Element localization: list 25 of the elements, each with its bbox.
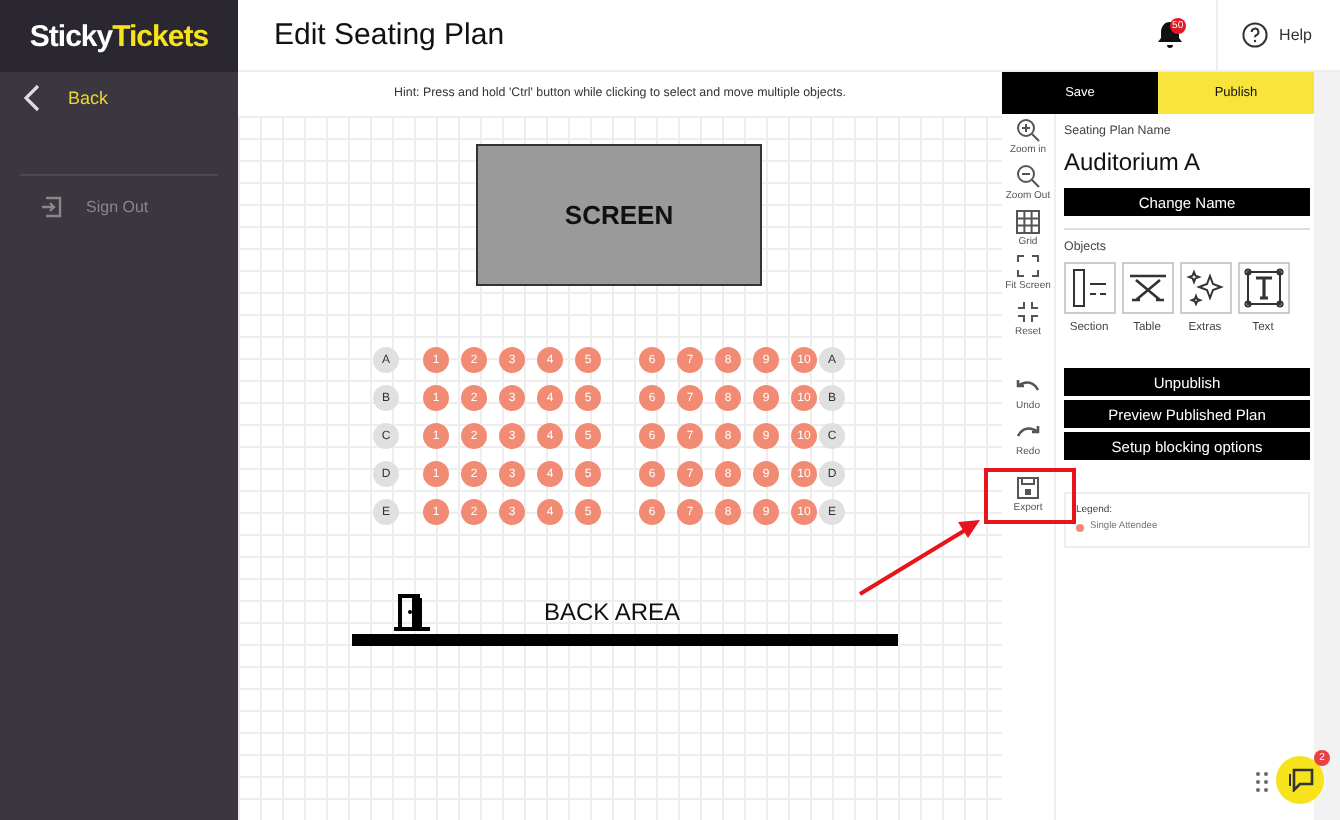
tool-icon	[1016, 118, 1040, 142]
page-title: Edit Seating Plan	[274, 18, 507, 52]
tool-icon	[1016, 163, 1040, 188]
brand-logo: StickyTickets	[0, 0, 238, 72]
help-icon	[1241, 22, 1268, 48]
arrow	[856, 514, 984, 598]
object-icon	[1185, 268, 1225, 308]
seating-canvas[interactable]	[238, 72, 1002, 820]
object-icon	[1069, 268, 1109, 308]
chat-icon	[1287, 768, 1313, 792]
drag-handle-icon[interactable]	[1256, 772, 1268, 792]
tool-icon	[1016, 254, 1040, 279]
tool-icon	[1016, 209, 1040, 233]
sign-out-link[interactable]: Sign Out	[20, 174, 218, 238]
tool-icon	[1016, 300, 1040, 324]
plan-name: Auditorium A	[1064, 148, 1203, 176]
tool-icon	[1016, 476, 1040, 501]
screen-block[interactable]: SCREEN	[476, 144, 762, 286]
back-link[interactable]: Back	[0, 72, 133, 124]
back-area-label: BACK AREA	[544, 598, 681, 626]
door-icon[interactable]	[392, 592, 432, 632]
sign-out-icon	[40, 196, 62, 218]
chevron-left-icon	[24, 84, 40, 112]
object-icon	[1243, 268, 1283, 308]
help-link[interactable]: Help	[1217, 22, 1340, 48]
